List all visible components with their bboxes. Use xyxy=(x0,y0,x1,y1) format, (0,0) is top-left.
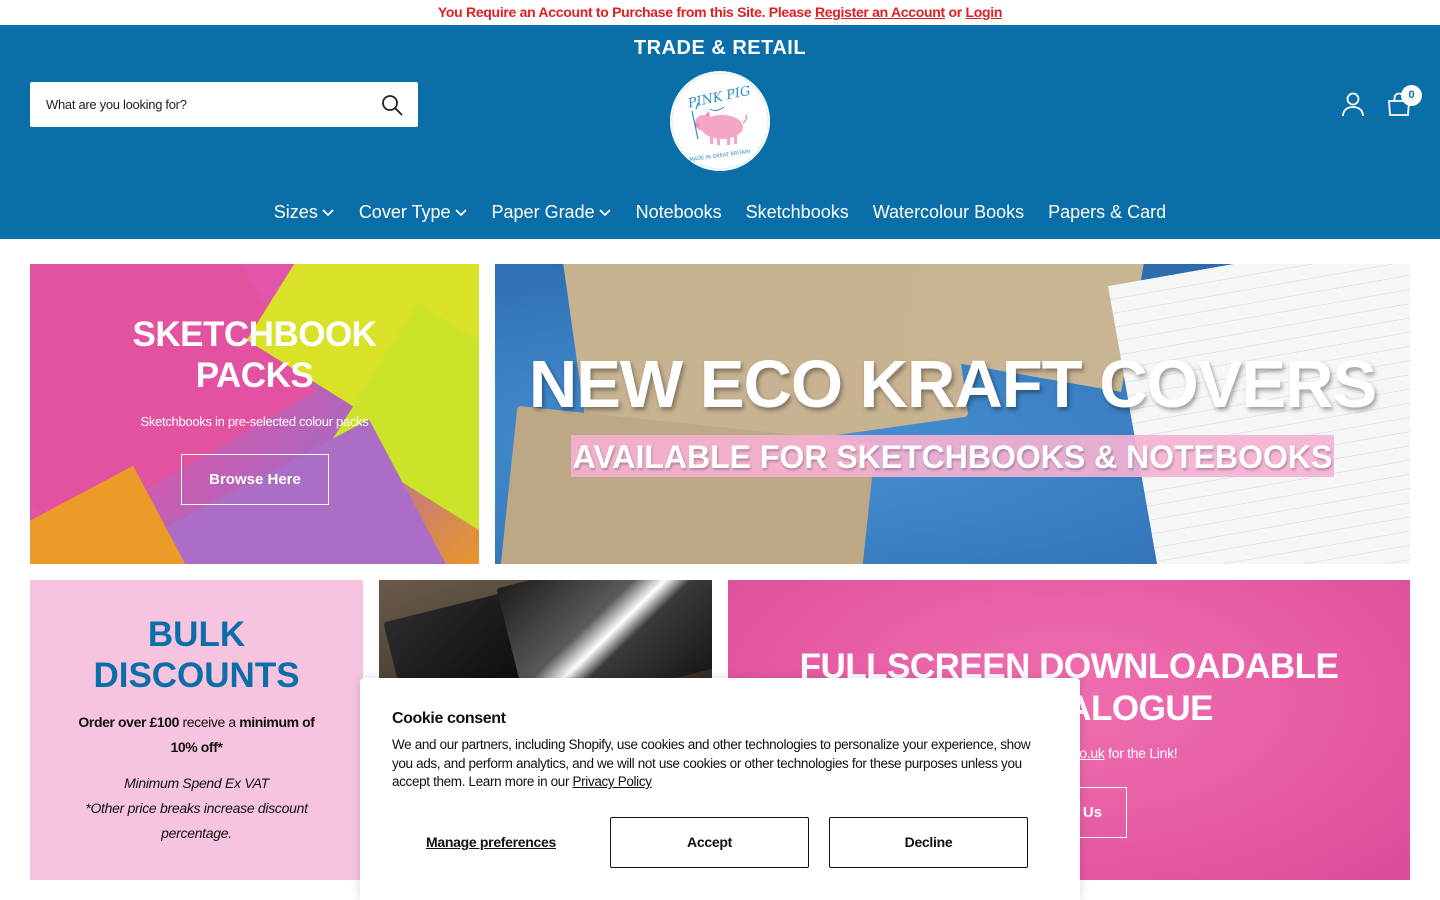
packs-subtitle: Sketchbooks in pre-selected colour packs xyxy=(140,414,369,429)
bulk-note-line2: *Other price breaks increase discount pe… xyxy=(85,800,308,841)
nav-item-sketchbooks[interactable]: Sketchbooks xyxy=(746,199,849,225)
bulk-heading: BULK DISCOUNTS xyxy=(30,614,363,696)
account-icon[interactable] xyxy=(1340,91,1366,117)
site-header: TRADE & RETAIL PINK PIG MADE IN GREAT BR… xyxy=(0,25,1440,239)
cookie-title: Cookie consent xyxy=(392,710,506,727)
announcement-bar: You Require an Account to Purchase from … xyxy=(0,0,1440,25)
eco-kraft-banner[interactable]: NEW ECO KRAFT COVERS AVAILABLE FOR SKETC… xyxy=(495,264,1410,564)
bulk-heading-line2: DISCOUNTS xyxy=(93,656,300,695)
packs-heading-line2: PACKS xyxy=(195,356,314,395)
chevron-down-icon xyxy=(454,209,467,217)
contact-us-label: Us xyxy=(1082,804,1102,821)
cookie-consent-dialog: Cookie consent We and our partners, incl… xyxy=(360,678,1080,900)
nav-item-label: Papers & Card xyxy=(1048,201,1167,222)
decline-button[interactable]: Decline xyxy=(829,817,1028,868)
accept-button[interactable]: Accept xyxy=(610,817,809,868)
search-input[interactable] xyxy=(30,82,370,127)
announcement-or: or xyxy=(944,4,966,20)
bulk-order-text: Order over £100 receive a minimum of 10%… xyxy=(70,710,323,760)
sketchbook-packs-tile[interactable]: SKETCHBOOK PACKS Sketchbooks in pre-sele… xyxy=(30,264,479,564)
nav-item-papers-card[interactable]: Papers & Card xyxy=(1048,199,1166,225)
nav-item-sizes[interactable]: Sizes xyxy=(274,199,335,225)
header-tagline: TRADE & RETAIL xyxy=(633,37,807,59)
eco-banner-title: NEW ECO KRAFT COVERS xyxy=(528,347,1377,422)
browse-here-button[interactable]: Browse Here xyxy=(181,454,329,505)
nav-item-label: Paper Grade xyxy=(491,201,595,222)
manage-preferences-button[interactable]: Manage preferences xyxy=(392,817,590,868)
nav-item-label: Cover Type xyxy=(358,201,451,222)
bulk-note-line1: Minimum Spend Ex VAT xyxy=(124,775,269,791)
bulk-discounts-tile: BULK DISCOUNTS Order over £100 receive a… xyxy=(30,580,363,880)
bulk-order-amount: Order over £100 xyxy=(78,714,180,730)
privacy-policy-link[interactable]: Privacy Policy xyxy=(573,774,652,789)
chevron-down-icon xyxy=(322,209,334,217)
cart-count-badge: 0 xyxy=(1401,85,1422,106)
cookie-description: We and our partners, including Shopify, … xyxy=(392,736,1052,792)
chevron-down-icon xyxy=(598,209,611,217)
announcement-text: You Require an Account to Purchase from … xyxy=(437,4,815,20)
packs-heading: SKETCHBOOK PACKS xyxy=(30,314,479,396)
cookie-text: We and our partners, including Shopify, … xyxy=(392,737,1031,789)
eco-banner-subtitle: AVAILABLE FOR SKETCHBOOKS & NOTEBOOKS xyxy=(572,439,1333,475)
pink-pig-logo[interactable]: PINK PIG MADE IN GREAT BRITAIN xyxy=(670,71,770,171)
main-navigation: Sizes Cover Type Paper Grade Notebooks S… xyxy=(0,199,1440,225)
search-bar xyxy=(30,82,418,127)
login-link[interactable]: Login xyxy=(965,4,1002,20)
catalogue-text-suffix: for the Link! xyxy=(1104,745,1178,761)
search-icon[interactable] xyxy=(380,93,404,117)
nav-item-notebooks[interactable]: Notebooks xyxy=(636,199,722,225)
nav-item-label: Notebooks xyxy=(635,201,722,222)
bulk-note: Minimum Spend Ex VAT *Other price breaks… xyxy=(60,771,333,846)
nav-item-label: Sizes xyxy=(273,201,318,222)
packs-heading-line1: SKETCHBOOK xyxy=(132,315,377,354)
register-account-link[interactable]: Register an Account xyxy=(815,4,945,20)
bulk-heading-line1: BULK xyxy=(147,615,246,654)
nav-item-label: Watercolour Books xyxy=(872,201,1025,222)
nav-item-watercolour-books[interactable]: Watercolour Books xyxy=(873,199,1024,225)
nav-item-label: Sketchbooks xyxy=(745,201,849,222)
nav-item-cover-type[interactable]: Cover Type xyxy=(359,199,468,225)
bulk-order-middle: receive a xyxy=(179,714,240,730)
nav-item-paper-grade[interactable]: Paper Grade xyxy=(492,199,612,225)
